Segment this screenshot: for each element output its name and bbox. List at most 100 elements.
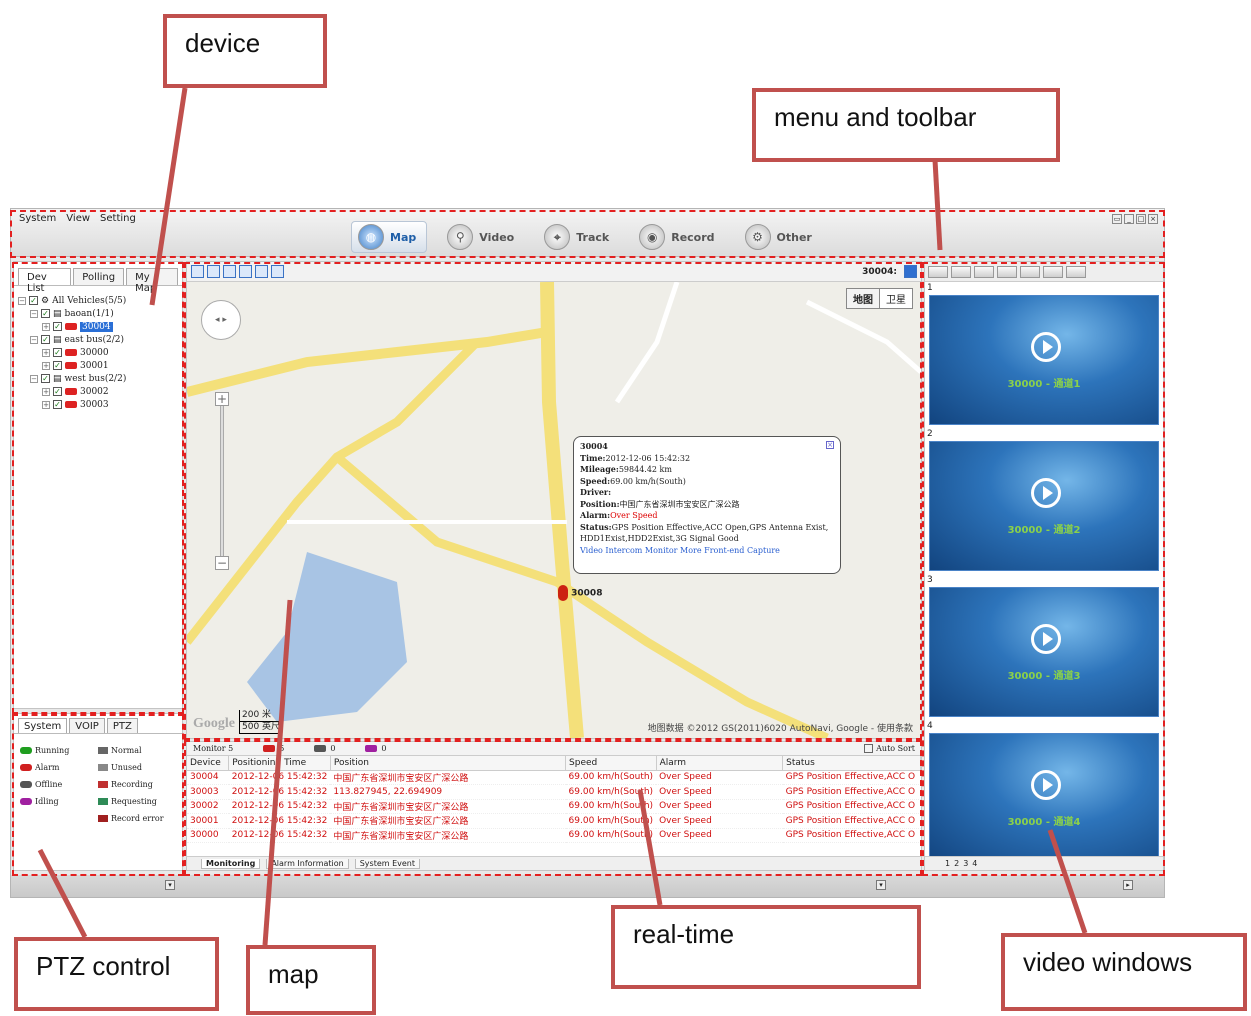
- video-screen[interactable]: 30000 - 通道2: [929, 441, 1159, 571]
- maximize-icon[interactable]: □: [1136, 214, 1146, 224]
- checkbox[interactable]: [864, 744, 874, 753]
- tab-alarm-information[interactable]: Alarm Information: [266, 858, 349, 869]
- table-row[interactable]: 30003 2012-12-06 15:42:32 113.827945, 22.6…: [187, 784, 921, 800]
- collapse-icon[interactable]: −: [30, 335, 38, 344]
- column-header[interactable]: Positioning Time: [228, 756, 331, 771]
- expand-icon[interactable]: ▾: [165, 880, 175, 890]
- tab-record[interactable]: ◉ Record: [633, 221, 724, 253]
- tab-video[interactable]: ⚲ Video: [441, 221, 524, 253]
- close-icon[interactable]: ×: [1148, 214, 1158, 224]
- expand-icon[interactable]: +: [42, 400, 50, 409]
- column-header[interactable]: Speed: [565, 756, 657, 771]
- layout-icon[interactable]: [928, 265, 948, 278]
- column-header[interactable]: Position: [330, 756, 567, 771]
- close-icon[interactable]: ×: [826, 441, 834, 449]
- video-window[interactable]: 1 30000 - 通道1: [925, 283, 1161, 428]
- popup-links[interactable]: Video Intercom Monitor More Front-end Ca…: [580, 545, 834, 557]
- tree-vehicle[interactable]: + ✓ 30000: [18, 346, 178, 359]
- arrow-left-icon[interactable]: [904, 265, 917, 278]
- camera-icon[interactable]: [997, 265, 1017, 278]
- checkbox[interactable]: ✓: [41, 374, 50, 383]
- video-window[interactable]: 2 30000 - 通道2: [925, 429, 1161, 574]
- marker-icon[interactable]: [223, 265, 236, 278]
- pan-control[interactable]: ◂ ▸: [201, 300, 241, 340]
- expand-icon[interactable]: +: [42, 361, 50, 370]
- tree-group[interactable]: − ✓ ▤ west bus(2/2): [18, 372, 178, 385]
- column-header[interactable]: Device: [187, 756, 230, 771]
- video-window[interactable]: 3 30000 - 通道3: [925, 575, 1161, 720]
- tab-monitoring[interactable]: Monitoring: [201, 858, 261, 869]
- tab-my-map[interactable]: My Map: [126, 268, 178, 294]
- map-type-satellite[interactable]: 卫星: [880, 289, 912, 308]
- checkbox[interactable]: ✓: [53, 387, 62, 396]
- page-2[interactable]: 2: [954, 859, 959, 868]
- tree-vehicle[interactable]: + ✓ 30001: [18, 359, 178, 372]
- split-icon[interactable]: [951, 265, 971, 278]
- search-icon[interactable]: [239, 265, 252, 278]
- expand-icon[interactable]: +: [42, 387, 50, 396]
- tab-system[interactable]: System: [18, 718, 68, 733]
- checkbox[interactable]: ✓: [41, 335, 50, 344]
- video-screen[interactable]: 30000 - 通道3: [929, 587, 1159, 717]
- map-canvas[interactable]: ◂ ▸ + − 地图 卫星 × 30004 Time:2012-12-06 15…: [187, 282, 921, 738]
- collapse-icon[interactable]: −: [18, 296, 26, 305]
- page-3[interactable]: 3: [963, 859, 968, 868]
- expand-icon[interactable]: ▸: [1123, 880, 1133, 890]
- auto-sort-checkbox[interactable]: Auto Sort: [864, 744, 915, 753]
- table-row[interactable]: 30000 2012-12-06 15:42:32 中国广东省深圳市宝安区广深公路 6…: [187, 828, 921, 843]
- tab-ptz[interactable]: PTZ: [106, 718, 138, 733]
- stop-icon[interactable]: [1066, 265, 1086, 278]
- zoom-in-button[interactable]: +: [215, 392, 229, 406]
- tab-polling[interactable]: Polling: [73, 268, 125, 285]
- checkbox[interactable]: ✓: [41, 309, 50, 318]
- tree-root[interactable]: − ✓ ⚙ All Vehicles(5/5): [18, 294, 178, 307]
- page-4[interactable]: 4: [972, 859, 977, 868]
- collapse-icon[interactable]: −: [30, 374, 38, 383]
- play-icon[interactable]: [1043, 265, 1063, 278]
- checkbox[interactable]: ✓: [53, 348, 62, 357]
- tab-map[interactable]: ◍ Map: [351, 221, 428, 253]
- column-header[interactable]: Alarm: [656, 756, 784, 771]
- video-screen[interactable]: 30000 - 通道1: [929, 295, 1159, 425]
- tab-other[interactable]: ⚙ Other: [739, 221, 822, 253]
- table-row[interactable]: 30004 2012-12-06 15:42:32 中国广东省深圳市宝安区广深公路 6…: [187, 770, 921, 785]
- collapse-icon[interactable]: −: [30, 309, 38, 318]
- flag-icon[interactable]: [191, 265, 204, 278]
- play-icon[interactable]: [1031, 332, 1061, 362]
- minimize-icon[interactable]: _: [1124, 214, 1134, 224]
- expand-icon[interactable]: ▾: [876, 880, 886, 890]
- checkbox[interactable]: ✓: [29, 296, 38, 305]
- tab-track[interactable]: ⌖ Track: [538, 221, 619, 253]
- tree-vehicle[interactable]: + ✓ 30004: [18, 320, 178, 333]
- checkbox[interactable]: ✓: [53, 361, 62, 370]
- menu-system[interactable]: System: [19, 213, 56, 224]
- tree-vehicle[interactable]: + ✓ 30003: [18, 398, 178, 411]
- expand-icon[interactable]: +: [42, 348, 50, 357]
- expand-icon[interactable]: +: [42, 322, 50, 331]
- play-icon[interactable]: [1031, 624, 1061, 654]
- tab-voip[interactable]: VOIP: [69, 718, 105, 733]
- video-screen[interactable]: 30000 - 通道4: [929, 733, 1159, 863]
- fullscreen-icon[interactable]: [255, 265, 268, 278]
- zoom-track[interactable]: [220, 402, 224, 562]
- tree-group[interactable]: − ✓ ▤ east bus(2/2): [18, 333, 178, 346]
- tree-group[interactable]: − ✓ ▤ baoan(1/1): [18, 307, 178, 320]
- map-type-map[interactable]: 地图: [847, 289, 880, 308]
- checkbox[interactable]: ✓: [53, 322, 62, 331]
- table-row[interactable]: 30001 2012-12-06 15:42:32 中国广东省深圳市宝安区广深公路 6…: [187, 813, 921, 829]
- menu-setting[interactable]: Setting: [100, 213, 136, 224]
- tree-vehicle[interactable]: + ✓ 30002: [18, 385, 178, 398]
- play-icon[interactable]: [1031, 478, 1061, 508]
- vehicle-marker[interactable]: 30008: [558, 585, 602, 601]
- stop-icon[interactable]: [207, 265, 220, 278]
- menu-view[interactable]: View: [66, 213, 90, 224]
- window-icon[interactable]: [974, 265, 994, 278]
- save-icon[interactable]: [271, 265, 284, 278]
- tab-system-event[interactable]: System Event: [354, 858, 421, 869]
- tab-dev-list[interactable]: Dev List: [18, 268, 72, 294]
- checkbox[interactable]: ✓: [53, 400, 62, 409]
- mute-icon[interactable]: [1020, 265, 1040, 278]
- column-header[interactable]: Status: [782, 756, 921, 771]
- page-1[interactable]: 1: [945, 859, 950, 868]
- play-icon[interactable]: [1031, 770, 1061, 800]
